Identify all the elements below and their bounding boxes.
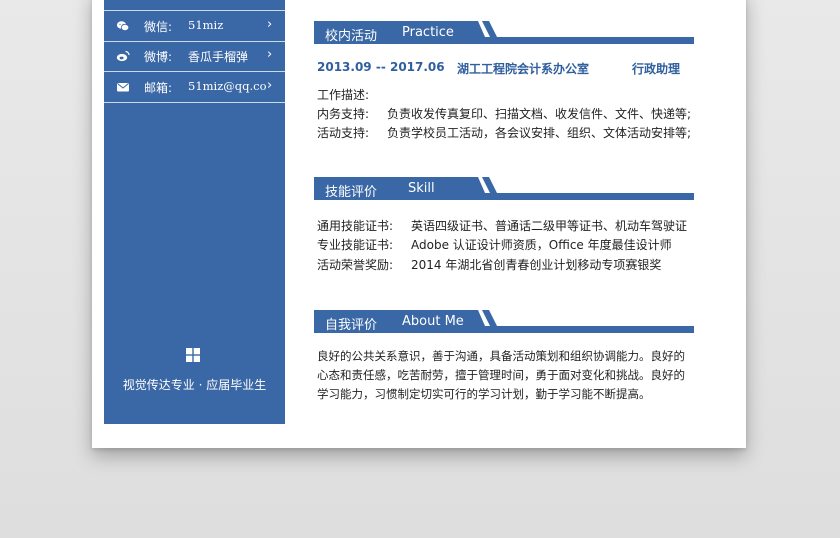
wechat-label: 微信:: [144, 20, 173, 34]
about-line: 良好的公共关系意识，善于沟通，具备活动策划和组织协调能力。良好的: [317, 349, 685, 363]
tagline: 视觉传达专业 · 应届毕业生: [122, 378, 267, 392]
practice-period: 2013.09 -- 2017.06: [317, 60, 445, 74]
skill-item-text: 英语四级证书、普通话二级甲等证书、机动车驾驶证: [411, 219, 688, 233]
section-title-cn: 技能评价: [325, 185, 378, 200]
section-title-cn: 自我评价: [325, 318, 378, 333]
practice-item-label: 内务支持:: [317, 107, 370, 121]
skill-item-label: 专业技能证书:: [317, 238, 394, 252]
practice-desc-label: 工作描述:: [317, 88, 370, 102]
weibo-value: 香瓜手榴弹: [188, 50, 249, 64]
practice-org: 湖工工程院会计系办公室: [457, 62, 590, 76]
contact-row-wechat[interactable]: 微信: 51miz ›: [104, 10, 285, 42]
practice-role: 行政助理: [632, 62, 681, 76]
weibo-icon: [116, 50, 130, 62]
section-title-en: About Me: [402, 314, 464, 329]
section-header-skill: 技能评价 Skill: [314, 177, 694, 201]
section-title-en: Practice: [402, 25, 454, 40]
about-line: 心态和责任感，吃苦耐劳，擅于管理时间，勇于面对变化和挑战。良好的: [317, 368, 685, 382]
wechat-icon: [116, 21, 130, 31]
contact-row-email[interactable]: 邮箱: 51miz@qq.co ›: [104, 72, 285, 103]
chevron-right-icon: ›: [267, 78, 273, 93]
skill-item-label: 通用技能证书:: [317, 219, 394, 233]
wechat-value: 51miz: [188, 18, 224, 32]
practice-item-text: 负责收发传真复印、扫描文档、收发信件、文件、快递等;: [387, 107, 692, 121]
email-icon: [117, 83, 129, 92]
about-line: 学习能力，习惯制定切实可行的学习计划，勤于学习能不断提高。: [317, 387, 651, 401]
chevron-right-icon: ›: [267, 17, 273, 32]
section-header-practice: 校内活动 Practice: [314, 21, 694, 45]
practice-item-label: 活动支持:: [317, 126, 370, 140]
section-title-cn: 校内活动: [325, 29, 378, 44]
skill-item-text: 2014 年湖北省创青春创业计划移动专项赛银奖: [411, 258, 662, 272]
practice-item-text: 负责学校员工活动，各会议安排、组织、文体活动安排等;: [387, 126, 692, 140]
skill-item-label: 活动荣誉奖励:: [317, 258, 394, 272]
section-header-about: 自我评价 About Me: [314, 310, 694, 334]
chevron-right-icon: ›: [267, 47, 273, 62]
weibo-label: 微博:: [144, 50, 173, 64]
skill-item-text: Adobe 认证设计师资质，Office 年度最佳设计师: [411, 238, 672, 252]
email-value: 51miz@qq.co: [188, 79, 267, 93]
section-title-en: Skill: [408, 181, 435, 196]
email-label: 邮箱:: [144, 81, 173, 95]
windows-icon: [186, 348, 200, 362]
contact-row-weibo[interactable]: 微博: 香瓜手榴弹 ›: [104, 41, 285, 72]
